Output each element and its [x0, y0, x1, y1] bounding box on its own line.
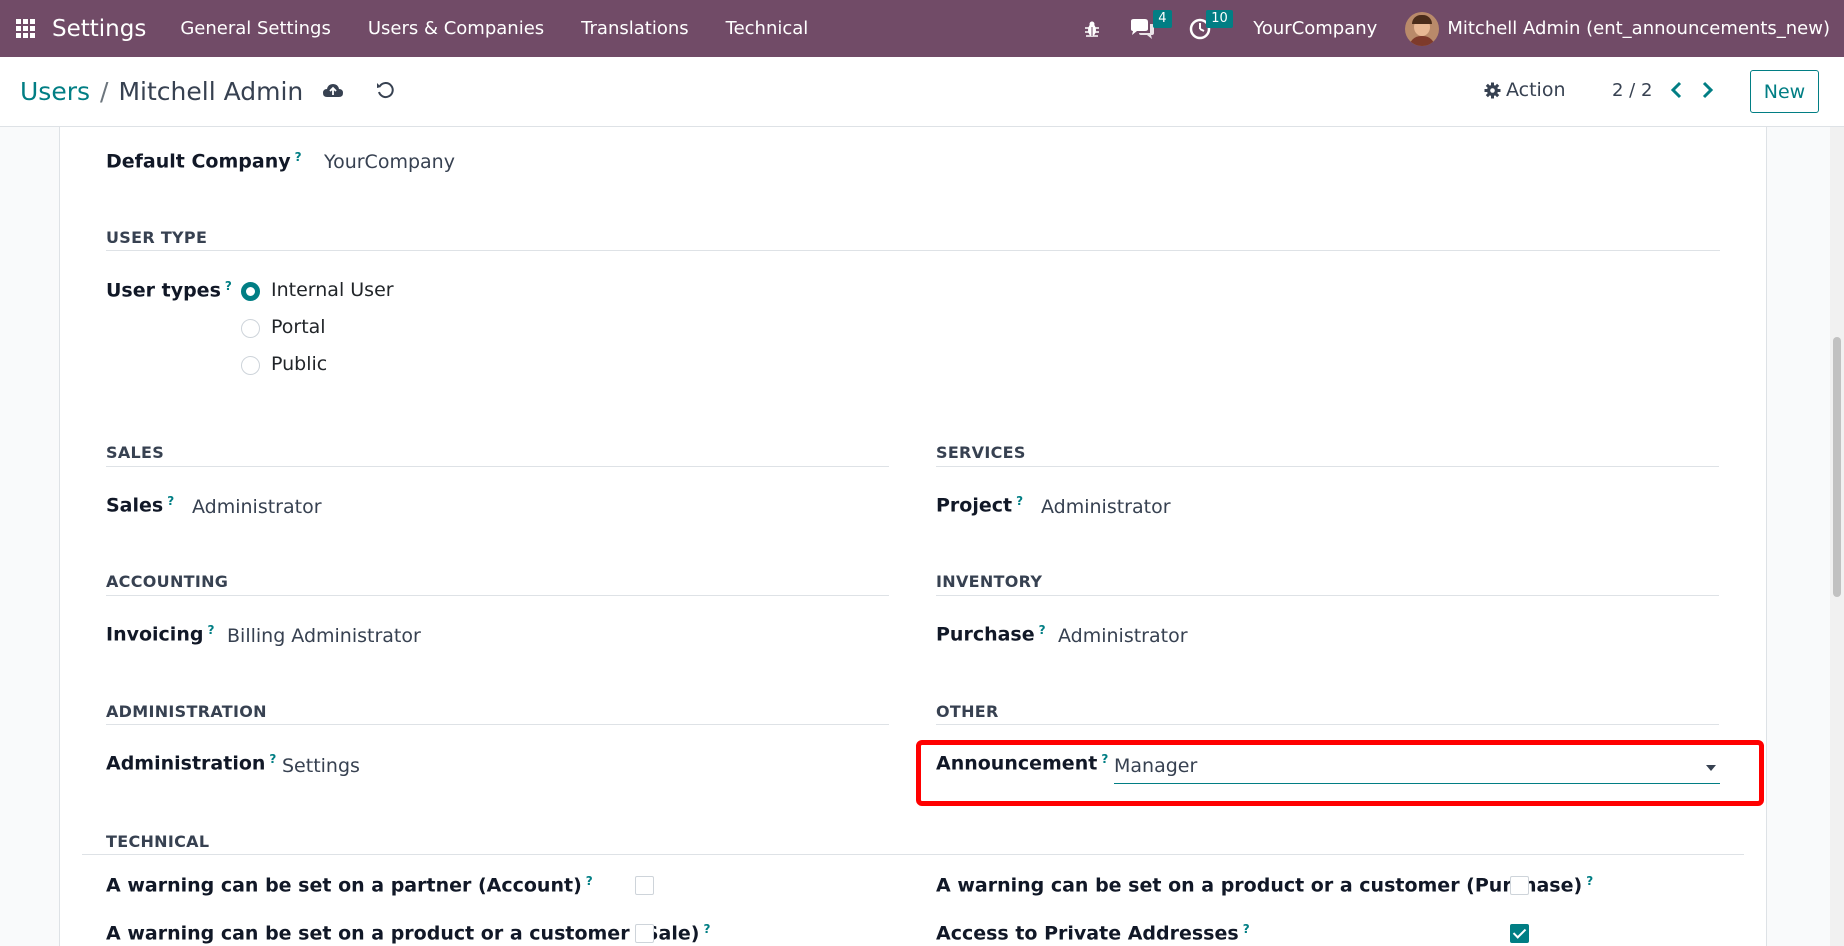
- tech-warning-purchase-label: A warning can be set on a product or a c…: [936, 874, 1583, 897]
- invoicing-value[interactable]: Billing Administrator: [227, 625, 421, 647]
- invoicing-label: Invoicing: [106, 623, 204, 646]
- breadcrumb-current: Mitchell Admin: [118, 77, 304, 106]
- help-tooltip-icon[interactable]: ?: [295, 150, 302, 164]
- administration-value[interactable]: Settings: [282, 755, 360, 777]
- breadcrumb-users-link[interactable]: Users: [20, 77, 90, 106]
- discard-undo-icon[interactable]: [376, 81, 394, 103]
- project-label: Project: [936, 494, 1013, 517]
- messages-chat-icon[interactable]: 4: [1129, 0, 1172, 57]
- pager-next-icon[interactable]: [1700, 81, 1714, 103]
- checkbox-warning-purchase[interactable]: [1510, 876, 1529, 895]
- sales-label: Sales: [106, 494, 164, 517]
- radio-portal-label[interactable]: Portal: [271, 316, 326, 338]
- top-navbar: Settings General Settings Users & Compan…: [0, 0, 1844, 57]
- tech-warning-partner-label: A warning can be set on a partner (Accou…: [106, 874, 582, 897]
- administration-label-wrap: Administration?: [106, 752, 276, 774]
- breadcrumb-separator: /: [100, 77, 109, 106]
- section-divider: [936, 466, 1719, 467]
- section-divider: [106, 724, 889, 725]
- section-divider: [936, 595, 1719, 596]
- section-accounting: ACCOUNTING: [106, 572, 229, 591]
- apps-menu-icon[interactable]: [0, 0, 50, 57]
- section-divider: [106, 466, 889, 467]
- control-panel: Users / Mitchell Admin Action 2 / 2 New: [0, 57, 1844, 127]
- section-administration: ADMINISTRATION: [106, 702, 267, 721]
- tech-warning-sale-label: A warning can be set on a product or a c…: [106, 922, 700, 945]
- help-tooltip-icon[interactable]: ?: [225, 279, 232, 293]
- tech-private-addresses-label-wrap: Access to Private Addresses?: [936, 922, 1250, 944]
- section-sales: SALES: [106, 443, 165, 462]
- help-tooltip-icon[interactable]: ?: [586, 874, 593, 888]
- tech-private-addresses-label: Access to Private Addresses: [936, 922, 1239, 945]
- activities-clock-icon[interactable]: 10: [1189, 0, 1233, 57]
- debug-bug-icon[interactable]: [1083, 0, 1101, 57]
- default-company-label: Default Company: [106, 150, 291, 173]
- menu-users-companies[interactable]: Users & Companies: [368, 18, 544, 39]
- radio-portal[interactable]: [241, 319, 260, 338]
- section-inventory: INVENTORY: [936, 572, 1043, 591]
- breadcrumb: Users / Mitchell Admin: [20, 77, 303, 106]
- action-menu-button[interactable]: Action: [1484, 79, 1566, 101]
- purchase-label: Purchase: [936, 623, 1035, 646]
- help-tooltip-icon[interactable]: ?: [1016, 494, 1023, 508]
- section-other: OTHER: [936, 702, 999, 721]
- messages-count-badge: 4: [1153, 10, 1172, 28]
- purchase-value[interactable]: Administrator: [1058, 625, 1188, 647]
- sales-value[interactable]: Administrator: [192, 496, 322, 518]
- activities-count-badge: 10: [1206, 10, 1233, 28]
- action-label: Action: [1506, 79, 1566, 101]
- menu-translations[interactable]: Translations: [581, 18, 688, 39]
- help-tooltip-icon[interactable]: ?: [167, 494, 174, 508]
- app-name[interactable]: Settings: [52, 16, 146, 42]
- gear-icon: [1484, 82, 1501, 98]
- navbar-systray: 4 10 YourCompany Mitchell Admin (ent_ann…: [1057, 0, 1830, 57]
- save-cloud-icon[interactable]: [322, 81, 344, 103]
- help-tooltip-icon[interactable]: ?: [207, 623, 214, 637]
- section-technical: TECHNICAL: [106, 832, 210, 851]
- radio-internal-user-label[interactable]: Internal User: [271, 279, 394, 301]
- section-divider: [106, 250, 1720, 251]
- invoicing-label-wrap: Invoicing?: [106, 623, 214, 645]
- project-label-wrap: Project?: [936, 494, 1023, 516]
- tech-warning-partner-label-wrap: A warning can be set on a partner (Accou…: [106, 874, 593, 896]
- page-scrollbar[interactable]: [1830, 127, 1844, 946]
- tech-warning-sale-label-wrap: A warning can be set on a product or a c…: [106, 922, 710, 944]
- help-tooltip-icon[interactable]: ?: [703, 922, 710, 936]
- administration-label: Administration: [106, 752, 266, 775]
- scrollbar-thumb[interactable]: [1833, 337, 1841, 597]
- checkbox-warning-partner[interactable]: [635, 876, 654, 895]
- help-tooltip-icon[interactable]: ?: [1243, 922, 1250, 936]
- section-divider: [82, 854, 1744, 855]
- help-tooltip-icon[interactable]: ?: [1586, 874, 1593, 888]
- radio-public[interactable]: [241, 356, 260, 375]
- section-divider: [106, 595, 889, 596]
- tech-warning-purchase-label-wrap: A warning can be set on a product or a c…: [936, 874, 1593, 896]
- company-switcher[interactable]: YourCompany: [1253, 18, 1377, 39]
- new-record-button[interactable]: New: [1750, 70, 1819, 113]
- highlight-box: [916, 740, 1764, 806]
- help-tooltip-icon[interactable]: ?: [269, 752, 276, 766]
- pager-value[interactable]: 2 / 2: [1612, 80, 1652, 101]
- sales-label-wrap: Sales?: [106, 494, 174, 516]
- pager-previous-icon[interactable]: [1670, 81, 1684, 103]
- radio-internal-user[interactable]: [241, 282, 260, 301]
- default-company-value[interactable]: YourCompany: [324, 151, 455, 173]
- purchase-label-wrap: Purchase?: [936, 623, 1046, 645]
- section-services: SERVICES: [936, 443, 1026, 462]
- default-company-label-wrap: Default Company?: [106, 150, 302, 172]
- user-types-label-wrap: User types?: [106, 279, 232, 301]
- project-value[interactable]: Administrator: [1041, 496, 1171, 518]
- radio-public-label[interactable]: Public: [271, 353, 327, 375]
- checkbox-private-addresses[interactable]: [1510, 924, 1529, 943]
- user-types-label: User types: [106, 279, 221, 302]
- user-avatar[interactable]: [1405, 11, 1440, 46]
- section-divider: [936, 724, 1719, 725]
- section-user-type: USER TYPE: [106, 228, 208, 247]
- user-menu[interactable]: Mitchell Admin (ent_announcements_new): [1447, 18, 1830, 39]
- checkbox-warning-sale[interactable]: [635, 924, 654, 943]
- help-tooltip-icon[interactable]: ?: [1039, 623, 1046, 637]
- menu-technical[interactable]: Technical: [726, 18, 809, 39]
- menu-general-settings[interactable]: General Settings: [180, 18, 331, 39]
